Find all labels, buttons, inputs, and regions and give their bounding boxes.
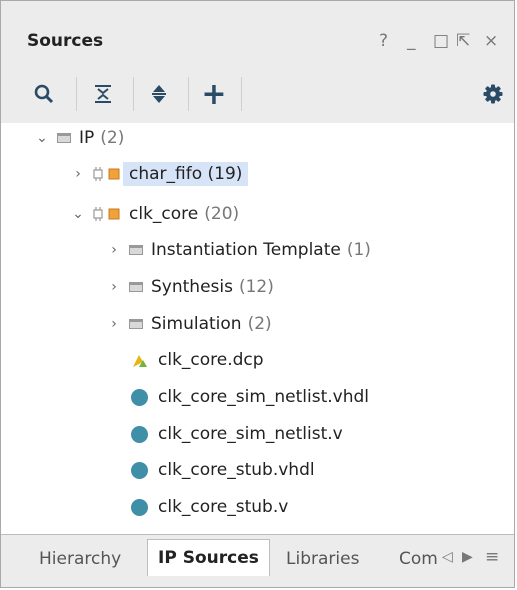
tree-count: (1): [346, 240, 371, 260]
tree-count: (20): [204, 204, 240, 224]
tree-count: (12): [238, 277, 274, 297]
add-source-button[interactable]: +: [199, 76, 229, 112]
tree-row-folder[interactable]: › Simulation (2): [107, 309, 272, 339]
tree-label: Synthesis: [151, 277, 233, 297]
sources-tree: ⌄ IP (2) › char_fifo (19) ⌄ clk_core (20…: [1, 123, 514, 535]
folder-icon: [129, 319, 143, 329]
add-icon: +: [201, 76, 227, 112]
chevron-right-icon[interactable]: ›: [107, 242, 121, 258]
tree-label: IP: [79, 128, 95, 148]
chevron-right-icon[interactable]: ›: [71, 166, 85, 182]
panel-titlebar: Sources ? _ □ ⇱ ×: [1, 1, 514, 66]
file-dot-icon: [131, 498, 148, 516]
tab-scroll-left-icon[interactable]: ◁: [442, 549, 453, 565]
tree-label: clk_core: [129, 204, 199, 224]
tree-row-file[interactable]: clk_core_stub.v: [131, 492, 288, 522]
tree-label: Instantiation Template: [151, 240, 341, 260]
file-dot-icon: [131, 388, 148, 406]
tree-label: clk_core_sim_netlist.vhdl: [158, 387, 369, 407]
close-button[interactable]: ×: [484, 31, 498, 51]
folder-icon: [57, 133, 71, 143]
tree-label-selected[interactable]: char_fifo (19): [123, 162, 249, 186]
tab-ip-sources[interactable]: IP Sources: [147, 539, 270, 576]
tree-row-folder[interactable]: › Instantiation Template (1): [107, 235, 371, 265]
file-dot-icon: [131, 425, 148, 443]
float-button[interactable]: ⇱: [456, 31, 470, 51]
dcp-icon: [131, 352, 148, 369]
search-button[interactable]: [29, 79, 59, 109]
file-dot-icon: [131, 461, 148, 479]
chevron-down-icon[interactable]: ⌄: [35, 130, 49, 146]
tree-row-file[interactable]: clk_core_sim_netlist.vhdl: [131, 382, 369, 412]
tree-count: (2): [247, 314, 272, 334]
tree-row-ip[interactable]: ⌄ IP (2): [35, 123, 124, 153]
toolbar: +: [1, 65, 514, 124]
chevron-right-icon[interactable]: ›: [107, 279, 121, 295]
folder-icon: [129, 245, 143, 255]
bottom-tab-bar: Hierarchy IP Sources Libraries Com ◁ ▶ ≡: [1, 534, 514, 587]
sources-panel: Sources ? _ □ ⇱ × + ⌄ IP (2) › char_fifo…: [0, 0, 515, 588]
expand-all-icon: [152, 85, 166, 103]
tree-row-file[interactable]: clk_core_sim_netlist.v: [131, 419, 343, 449]
ip-core-icon: [93, 207, 121, 221]
tree-count: (2): [100, 128, 125, 148]
chevron-right-icon[interactable]: ›: [107, 316, 121, 332]
expand-all-button[interactable]: [144, 79, 174, 109]
tree-row-file[interactable]: clk_core.dcp: [131, 345, 264, 375]
tree-row-folder[interactable]: › Synthesis (12): [107, 272, 274, 302]
tree-label: clk_core_sim_netlist.v: [158, 424, 343, 444]
tab-hierarchy[interactable]: Hierarchy: [39, 549, 121, 569]
gear-icon: [483, 84, 503, 104]
tree-label: clk_core.dcp: [158, 350, 264, 370]
maximize-button[interactable]: □: [433, 31, 449, 51]
tab-compile-order[interactable]: Com: [399, 549, 438, 569]
tree-row-char-fifo[interactable]: › char_fifo (19): [71, 159, 249, 189]
collapse-all-icon: [95, 85, 111, 103]
tree-label: Simulation: [151, 314, 242, 334]
panel-title: Sources: [27, 31, 104, 51]
settings-button[interactable]: [478, 79, 508, 109]
folder-icon: [129, 282, 143, 292]
tab-scroll-right-icon[interactable]: ▶: [462, 549, 473, 565]
chevron-down-icon[interactable]: ⌄: [71, 206, 85, 222]
tree-label: clk_core_stub.vhdl: [158, 460, 315, 480]
ip-core-icon: [93, 167, 121, 181]
collapse-all-button[interactable]: [88, 79, 118, 109]
tree-row-file[interactable]: clk_core_stub.vhdl: [131, 455, 315, 485]
tree-row-clk-core[interactable]: ⌄ clk_core (20): [71, 199, 239, 229]
tab-menu-icon[interactable]: ≡: [485, 547, 499, 567]
minimize-button[interactable]: _: [407, 31, 416, 51]
search-icon: [34, 84, 54, 104]
help-button[interactable]: ?: [379, 31, 388, 51]
tree-label: clk_core_stub.v: [158, 497, 289, 517]
tab-libraries[interactable]: Libraries: [286, 549, 359, 569]
